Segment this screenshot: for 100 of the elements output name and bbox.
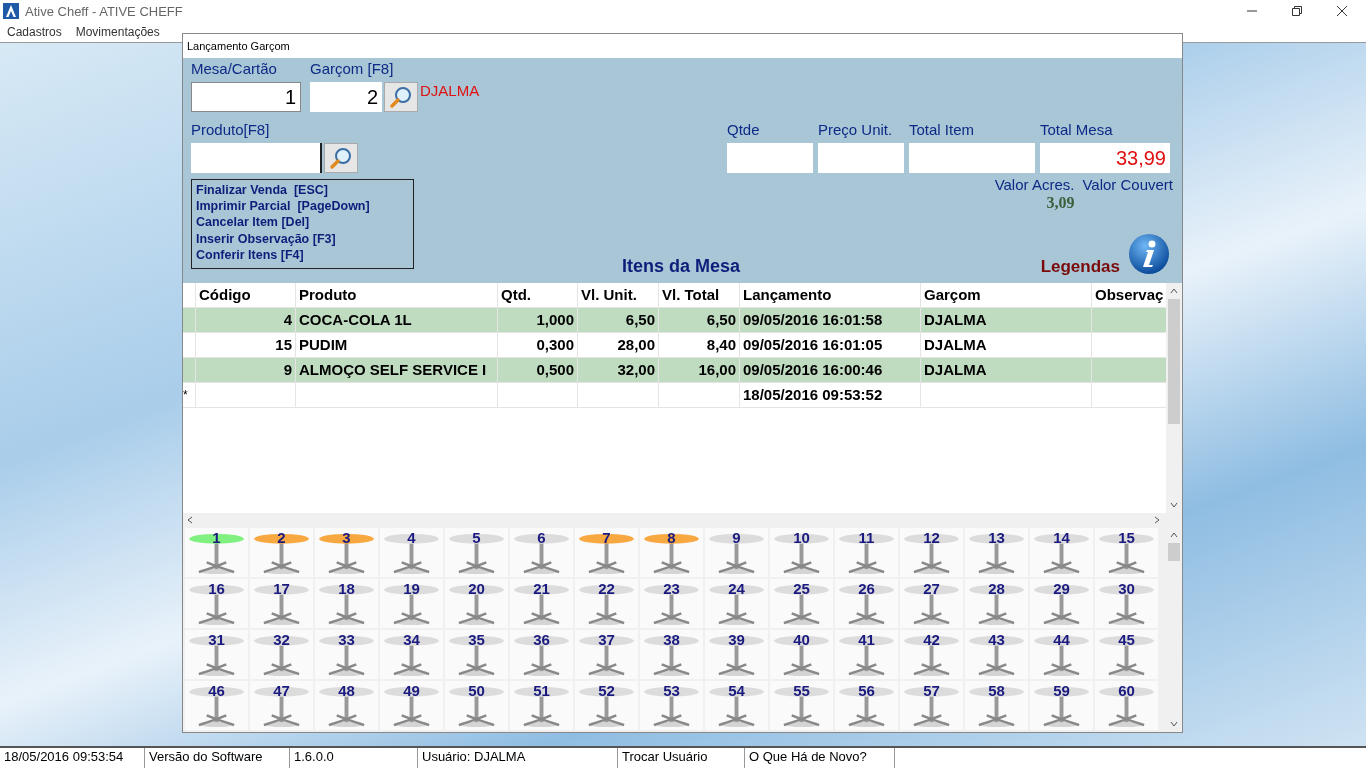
value-field[interactable]: 33,99 — [1040, 143, 1170, 173]
table-tile[interactable]: 37 — [575, 630, 638, 679]
table-tile[interactable]: 4 — [380, 528, 443, 577]
horizontal-scrollbar[interactable] — [183, 513, 1182, 527]
search-button[interactable] — [324, 143, 358, 173]
table-tile[interactable]: 49 — [380, 681, 443, 730]
table-tile[interactable]: 26 — [835, 579, 898, 628]
value-field[interactable] — [818, 143, 904, 173]
menu-item[interactable]: Cadastros — [7, 25, 62, 39]
table-tile[interactable]: 51 — [510, 681, 573, 730]
table-tile[interactable]: 6 — [510, 528, 573, 577]
table-tile[interactable]: 10 — [770, 528, 833, 577]
table-tile[interactable]: 7 — [575, 528, 638, 577]
field-label: Produto[F8] — [191, 121, 271, 139]
product-field[interactable] — [191, 143, 322, 173]
table-tile[interactable]: 14 — [1030, 528, 1093, 577]
scroll-thumb[interactable] — [1168, 299, 1180, 424]
scroll-down-icon[interactable] — [1169, 719, 1179, 729]
table-tile[interactable]: 45 — [1095, 630, 1158, 679]
table-tile[interactable]: 33 — [315, 630, 378, 679]
table-tile[interactable]: 34 — [380, 630, 443, 679]
table-cell: 6,50 — [659, 308, 740, 332]
table-tile[interactable]: 59 — [1030, 681, 1093, 730]
scroll-up-icon[interactable] — [1169, 286, 1179, 296]
table-cell: 4 — [196, 308, 296, 332]
scroll-left-icon[interactable] — [185, 515, 195, 525]
table-tile[interactable]: 12 — [900, 528, 963, 577]
table-tile[interactable]: 44 — [1030, 630, 1093, 679]
table-tile[interactable]: 46 — [185, 681, 248, 730]
column-header[interactable]: Vl. Unit. — [578, 283, 659, 307]
column-header[interactable]: Lançamento — [740, 283, 921, 307]
table-tile[interactable]: 43 — [965, 630, 1028, 679]
table-tile[interactable]: 21 — [510, 579, 573, 628]
table-tile[interactable]: 1 — [185, 528, 248, 577]
restore-icon[interactable] — [1291, 5, 1303, 17]
table-tile[interactable]: 3 — [315, 528, 378, 577]
scroll-up-icon[interactable] — [1169, 530, 1179, 540]
table-tile[interactable]: 18 — [315, 579, 378, 628]
table-tile[interactable]: 35 — [445, 630, 508, 679]
close-icon[interactable] — [1336, 5, 1348, 17]
column-header[interactable]: Garçom — [921, 283, 1092, 307]
legend-label[interactable]: Legendas — [1040, 257, 1120, 277]
table-tile[interactable]: 57 — [900, 681, 963, 730]
table-tile[interactable]: 60 — [1095, 681, 1158, 730]
table-tile[interactable]: 2 — [250, 528, 313, 577]
table-tile[interactable]: 28 — [965, 579, 1028, 628]
table-tile[interactable]: 30 — [1095, 579, 1158, 628]
table-tile[interactable]: 31 — [185, 630, 248, 679]
table-tile[interactable]: 19 — [380, 579, 443, 628]
column-header[interactable]: Qtd. — [498, 283, 578, 307]
table-tile[interactable]: 42 — [900, 630, 963, 679]
value-field[interactable] — [727, 143, 813, 173]
search-button[interactable] — [384, 82, 418, 112]
table-tile[interactable]: 9 — [705, 528, 768, 577]
table-tile[interactable]: 16 — [185, 579, 248, 628]
table-tile[interactable]: 39 — [705, 630, 768, 679]
table-tile[interactable]: 55 — [770, 681, 833, 730]
table-tile[interactable]: 17 — [250, 579, 313, 628]
table-tile[interactable]: 5 — [445, 528, 508, 577]
table-tile[interactable]: 20 — [445, 579, 508, 628]
table-tile[interactable]: 48 — [315, 681, 378, 730]
table-tile[interactable]: 53 — [640, 681, 703, 730]
table-tile[interactable]: 47 — [250, 681, 313, 730]
table-tile[interactable]: 58 — [965, 681, 1028, 730]
table-tile[interactable]: 27 — [900, 579, 963, 628]
vertical-scrollbar[interactable] — [1166, 283, 1182, 513]
table-cell: 0,500 — [498, 358, 578, 382]
field-label: Preço Unit. — [818, 121, 894, 139]
scroll-right-icon[interactable] — [1152, 515, 1162, 525]
table-tile[interactable]: 8 — [640, 528, 703, 577]
scroll-down-icon[interactable] — [1169, 500, 1179, 510]
table-tile[interactable]: 52 — [575, 681, 638, 730]
menu-item[interactable]: Movimentações — [75, 25, 160, 39]
table-tile[interactable]: 23 — [640, 579, 703, 628]
table-tile[interactable]: 32 — [250, 630, 313, 679]
table-tile[interactable]: 56 — [835, 681, 898, 730]
table-tile[interactable]: 25 — [770, 579, 833, 628]
table-cell: DJALMA — [921, 358, 1092, 382]
table-number-field[interactable]: 1 — [191, 82, 301, 112]
info-icon[interactable] — [1128, 233, 1170, 275]
table-tile[interactable]: 50 — [445, 681, 508, 730]
value-field[interactable] — [909, 143, 1035, 173]
table-tile[interactable]: 22 — [575, 579, 638, 628]
table-tile[interactable]: 15 — [1095, 528, 1158, 577]
table-tile[interactable]: 54 — [705, 681, 768, 730]
column-header[interactable]: Código — [196, 283, 296, 307]
table-tile[interactable]: 38 — [640, 630, 703, 679]
scroll-thumb[interactable] — [1168, 543, 1180, 561]
table-tile[interactable]: 29 — [1030, 579, 1093, 628]
window-title: Ative Cheff - ATIVE CHEFF — [25, 3, 183, 19]
table-tile[interactable]: 13 — [965, 528, 1028, 577]
table-tile[interactable]: 41 — [835, 630, 898, 679]
table-tile[interactable]: 11 — [835, 528, 898, 577]
table-tile[interactable]: 40 — [770, 630, 833, 679]
table-tile[interactable]: 24 — [705, 579, 768, 628]
column-header[interactable]: Vl. Total — [659, 283, 740, 307]
waiter-field[interactable]: 2 — [310, 82, 382, 112]
table-tile[interactable]: 36 — [510, 630, 573, 679]
column-header[interactable]: Produto — [296, 283, 498, 307]
table-cell: DJALMA — [921, 308, 1092, 332]
